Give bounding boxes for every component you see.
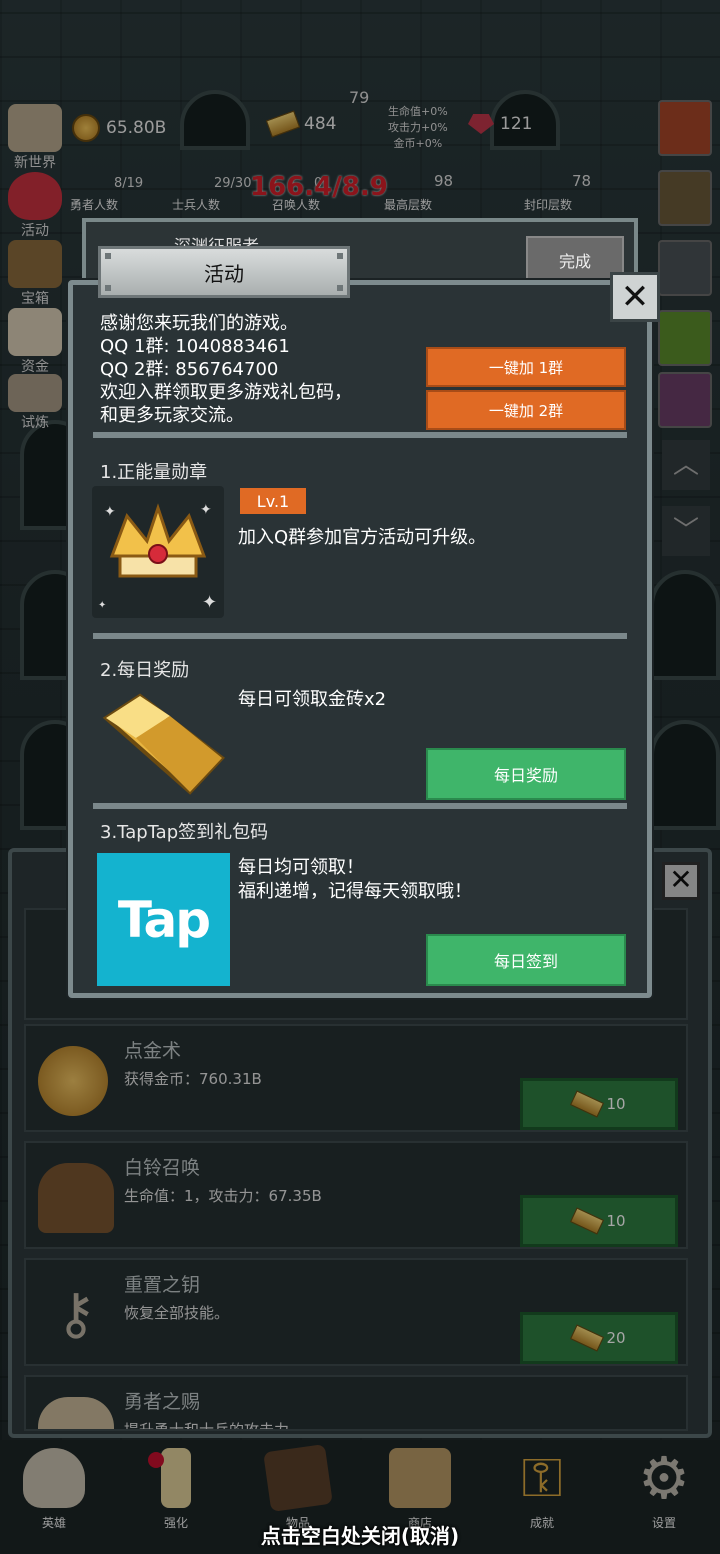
taptap-logo: Tap (97, 853, 230, 986)
section-divider (93, 633, 627, 639)
svg-text:✦: ✦ (202, 592, 217, 613)
close-icon: ✕ (620, 277, 650, 317)
rivet (337, 253, 343, 259)
section2-title: 2.每日奖励 (100, 660, 190, 681)
svg-text:✦: ✦ (98, 600, 106, 611)
taptap-logo-text: Tap (117, 890, 211, 949)
section3-text: 每日均可领取！ 福利递增，记得每天领取哦！ (238, 857, 472, 902)
dialog-title: 活动 (98, 246, 350, 298)
section3-title: 3.TapTap签到礼包码 (100, 822, 269, 843)
intro-text: 感谢您来玩我们的游戏。 QQ 1群: 1040883461 QQ 2群: 856… (100, 313, 352, 426)
gold-brick-icon (102, 693, 225, 795)
section-divider (93, 432, 627, 438)
section1-title: 1.正能量勋章 (100, 462, 208, 483)
crown-medal-icon: ✦ ✦ ✦ ✦ (98, 502, 217, 613)
svg-text:✦: ✦ (104, 504, 116, 520)
dialog-close-button[interactable]: ✕ (610, 272, 660, 322)
daily-reward-button[interactable]: 每日奖励 (426, 748, 626, 800)
join-group2-button[interactable]: 一键加 2群 (426, 390, 626, 430)
medal-image-box: ✦ ✦ ✦ ✦ (92, 486, 224, 618)
level-badge: Lv.1 (240, 488, 306, 514)
section-divider (93, 803, 627, 809)
close-hint-text[interactable]: 点击空白处关闭(取消) (0, 1520, 720, 1549)
join-group1-button[interactable]: 一键加 1群 (426, 347, 626, 387)
section2-text: 每日可领取金砖x2 (238, 689, 387, 710)
rivet (105, 253, 111, 259)
svg-text:✦: ✦ (200, 502, 212, 518)
rivet (105, 285, 111, 291)
daily-checkin-button[interactable]: 每日签到 (426, 934, 626, 986)
section1-text: 加入Q群参加官方活动可升级。 (238, 527, 487, 548)
rivet (337, 285, 343, 291)
dialog-title-text: 活动 (204, 261, 244, 286)
